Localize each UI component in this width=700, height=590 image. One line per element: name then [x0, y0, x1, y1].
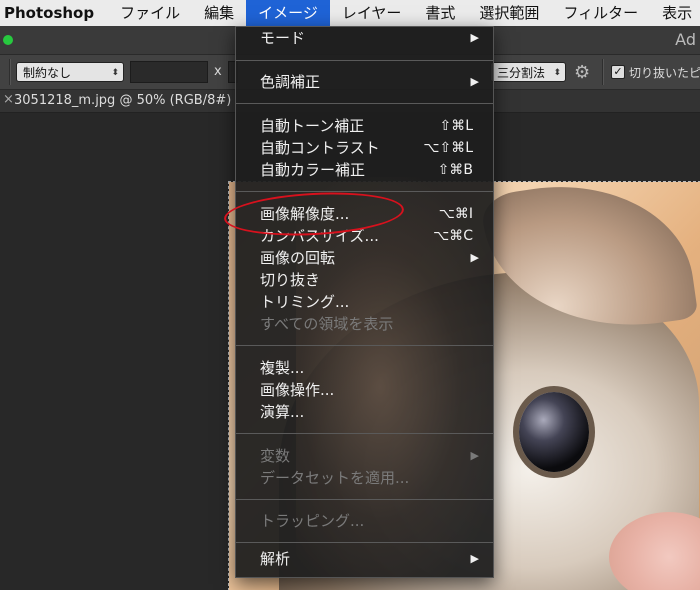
menubar: Photoshop ファイル 編集 イメージ レイヤー 書式 選択範囲 フィルタ…	[0, 0, 700, 26]
menu-divider	[236, 103, 493, 104]
menu-item-shortcut: ⇧⌘B	[437, 162, 473, 178]
delete-cropped-label: 切り抜いたピ	[629, 66, 700, 80]
cat-photo-eye	[519, 392, 589, 472]
menu-item-crop[interactable]: 切り抜き	[236, 269, 493, 291]
menu-item-auto-tone[interactable]: 自動トーン補正 ⇧⌘L	[236, 115, 493, 137]
menu-item-image-rotation[interactable]: 画像の回転 ▶	[236, 247, 493, 269]
close-icon[interactable]: ×	[3, 92, 14, 107]
submenu-arrow-icon: ▶	[470, 31, 479, 44]
menu-divider	[236, 60, 493, 61]
menu-item-shortcut: ⌥⇧⌘L	[423, 140, 473, 156]
menu-item-label: 色調補正	[260, 73, 321, 91]
menu-type[interactable]: 書式	[413, 0, 467, 26]
menu-item-reveal-all: すべての領域を表示	[236, 313, 493, 335]
menu-divider	[236, 542, 493, 543]
menu-item-label: 切り抜き	[260, 271, 321, 289]
menu-item-auto-color[interactable]: 自動カラー補正 ⇧⌘B	[236, 159, 493, 181]
menu-select[interactable]: 選択範囲	[467, 0, 551, 26]
menu-edit[interactable]: 編集	[192, 0, 246, 26]
document-tab-title[interactable]: 3051218_m.jpg @ 50% (RGB/8#)	[14, 93, 231, 108]
menu-item-mode[interactable]: モード ▶	[236, 27, 493, 49]
menu-app-photoshop[interactable]: Photoshop	[0, 0, 108, 26]
options-divider	[602, 59, 604, 85]
menu-divider	[236, 191, 493, 192]
menu-item-label: 演算...	[260, 403, 305, 421]
app-title: Ad	[675, 30, 696, 49]
menu-item-variables: 変数 ▶	[236, 445, 493, 467]
menu-item-label: 自動カラー補正	[260, 161, 366, 179]
menu-image[interactable]: イメージ	[246, 0, 330, 26]
menu-item-adjustments[interactable]: 色調補正 ▶	[236, 71, 493, 93]
gear-icon[interactable]: ⚙	[574, 62, 590, 83]
width-input[interactable]	[130, 61, 208, 83]
crop-ratio-value: 制約なし	[23, 66, 72, 80]
menu-item-label: トラッピング...	[260, 512, 365, 530]
crop-ratio-select[interactable]: 制約なし ⬍	[16, 62, 124, 82]
menu-file[interactable]: ファイル	[108, 0, 192, 26]
menu-item-analysis[interactable]: 解析 ▶	[236, 548, 493, 570]
menu-item-auto-contrast[interactable]: 自動コントラスト ⌥⇧⌘L	[236, 137, 493, 159]
menu-item-duplicate[interactable]: 複製...	[236, 357, 493, 379]
menu-item-label: 変数	[260, 447, 291, 465]
menu-view[interactable]: 表示	[650, 0, 700, 26]
submenu-arrow-icon: ▶	[470, 75, 479, 88]
menu-item-shortcut: ⌥⌘C	[433, 228, 473, 244]
menu-item-label: 画像の回転	[260, 249, 336, 267]
menu-item-label: データセットを適用...	[260, 469, 410, 487]
menu-item-shortcut: ⌥⌘I	[438, 206, 473, 222]
menu-item-label: 自動トーン補正	[260, 117, 365, 135]
options-divider	[9, 59, 11, 85]
overlay-select[interactable]: 三分割法 ⬍	[490, 62, 566, 82]
menu-item-shortcut: ⇧⌘L	[439, 118, 473, 134]
menu-divider	[236, 499, 493, 500]
menu-item-label: 複製...	[260, 359, 305, 377]
menu-item-label: トリミング...	[260, 293, 350, 311]
submenu-arrow-icon: ▶	[470, 552, 479, 565]
chevron-updown-icon: ⬍	[553, 68, 561, 78]
submenu-arrow-icon: ▶	[470, 449, 479, 462]
window-zoom-button[interactable]	[3, 35, 13, 45]
menu-item-apply-image[interactable]: 画像操作...	[236, 379, 493, 401]
submenu-arrow-icon: ▶	[470, 251, 479, 264]
menu-item-calculations[interactable]: 演算...	[236, 401, 493, 423]
menu-divider	[236, 433, 493, 434]
menu-item-label: 画像操作...	[260, 381, 335, 399]
menu-item-label: モード	[260, 29, 306, 47]
chevron-updown-icon: ⬍	[111, 68, 119, 78]
overlay-value: 三分割法	[497, 66, 546, 80]
menu-item-apply-data-set: データセットを適用...	[236, 467, 493, 489]
menu-layer[interactable]: レイヤー	[330, 0, 414, 26]
menu-item-trim[interactable]: トリミング...	[236, 291, 493, 313]
menu-item-trapping: トラッピング...	[236, 510, 493, 532]
delete-cropped-checkbox[interactable]: ✓	[611, 65, 625, 79]
menu-filter[interactable]: フィルター	[551, 0, 650, 26]
image-menu-dropdown: モード ▶ 色調補正 ▶ 自動トーン補正 ⇧⌘L 自動コントラスト ⌥⇧⌘L 自…	[235, 26, 494, 578]
menu-item-label: すべての領域を表示	[260, 315, 394, 333]
menu-divider	[236, 345, 493, 346]
menu-item-label: 解析	[260, 550, 291, 568]
dimension-x-label: x	[214, 64, 222, 79]
menu-item-label: 自動コントラスト	[260, 139, 380, 157]
